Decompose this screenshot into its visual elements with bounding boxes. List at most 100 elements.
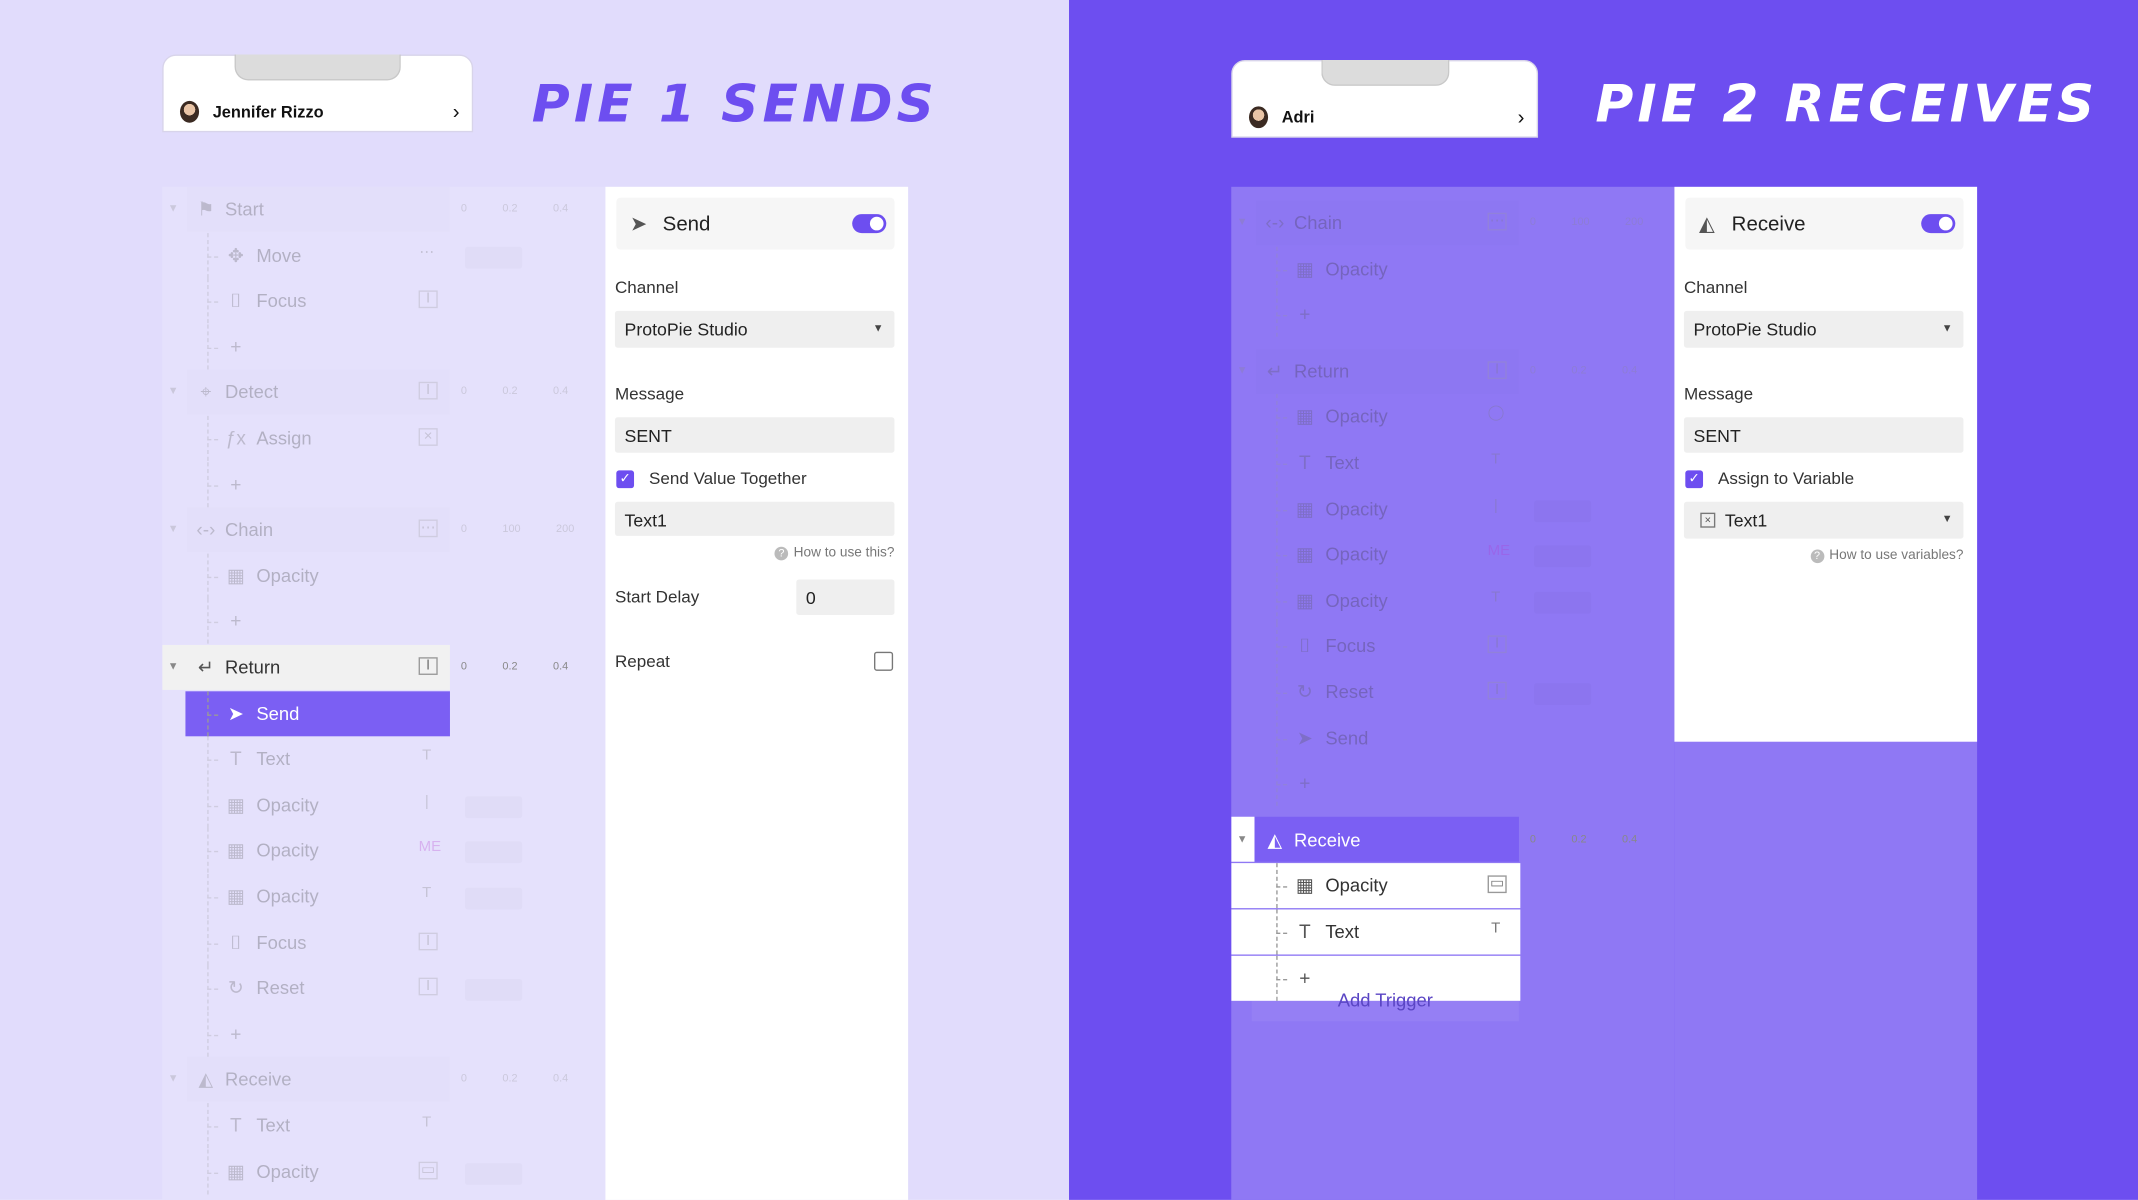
- trigger-row[interactable]: ▼ ↵ Return I 0 0.2 0.4: [1231, 349, 1674, 394]
- plus-icon[interactable]: +: [1294, 772, 1316, 794]
- response-row[interactable]: ▦ Opacity T: [162, 874, 605, 920]
- add-response-row[interactable]: +: [162, 461, 605, 507]
- add-response-row[interactable]: +: [1231, 761, 1674, 807]
- caret-down-icon[interactable]: ▼: [1237, 364, 1248, 376]
- start-delay-input[interactable]: 0: [796, 579, 895, 615]
- plus-icon[interactable]: +: [225, 610, 247, 632]
- trigger-row[interactable]: ▼ ‹-› Chain ⋯ 0 100 200: [1231, 200, 1674, 245]
- response-row[interactable]: ▦ Opacity |: [1231, 486, 1674, 532]
- variable-select[interactable]: × Text1 ▼: [1683, 501, 1964, 539]
- add-trigger-button[interactable]: Add Trigger: [1251, 980, 1519, 1022]
- channel-label: Channel: [614, 278, 679, 298]
- response-row[interactable]: ▦ Opacity ◯: [1231, 394, 1674, 440]
- timeline-ruler: 0 0.2 0.4: [461, 660, 568, 672]
- timeline-bar: [465, 246, 522, 268]
- enable-toggle[interactable]: [1921, 214, 1956, 234]
- trigger-row[interactable]: ▼ ◭ Receive 0 0.2 0.4: [162, 1057, 605, 1102]
- caret-down-icon[interactable]: ▼: [1237, 215, 1248, 227]
- trigger-row[interactable]: ▼ ⌖ Detect I 0 0.2 0.4: [162, 370, 605, 415]
- chevron-right-icon[interactable]: ›: [1518, 106, 1525, 129]
- trigger-row[interactable]: ▼ ⚑ Start 0 0.2 0.4: [162, 187, 605, 232]
- assign-variable-checkbox[interactable]: ✓: [1685, 470, 1704, 489]
- plus-icon[interactable]: +: [225, 335, 247, 357]
- device-notch: [1321, 59, 1450, 86]
- plus-icon[interactable]: +: [225, 1022, 247, 1044]
- response-row[interactable]: ▦ Opacity: [162, 553, 605, 599]
- response-row[interactable]: ⌷ Focus I: [162, 919, 605, 965]
- tree-branch: [207, 897, 219, 899]
- response-row[interactable]: ▦ Opacity |: [162, 782, 605, 828]
- add-response-row[interactable]: +: [162, 599, 605, 645]
- response-row[interactable]: ▦ Opacity ME: [162, 828, 605, 874]
- device-card-right[interactable]: Adri ›: [1231, 59, 1539, 138]
- channel-select[interactable]: ProtoPie Studio ▼: [614, 310, 895, 348]
- response-row[interactable]: ➤ Send: [162, 690, 605, 736]
- trigger-row[interactable]: ▼ ◭ Receive 0 0.2 0.4: [1231, 816, 1674, 863]
- timeline-tick: 0.4: [553, 1072, 569, 1085]
- timeline-tick: 0.2: [502, 659, 518, 673]
- channel-select[interactable]: ProtoPie Studio ▼: [1683, 310, 1964, 348]
- message-input[interactable]: SENT: [614, 417, 895, 453]
- help-icon: ?: [1810, 549, 1824, 564]
- tree-branch: [207, 255, 219, 258]
- timeline-ruler: 0 0.2 0.4: [461, 202, 568, 214]
- response-row[interactable]: ▦ Opacity: [1231, 246, 1674, 292]
- response-row[interactable]: ⌷ Focus I: [162, 278, 605, 324]
- response-row[interactable]: T Text T: [162, 1103, 605, 1149]
- add-response-row[interactable]: +: [162, 324, 605, 370]
- device-card-left[interactable]: Jennifer Rizzo ›: [162, 54, 474, 133]
- tree-branch: [1276, 784, 1288, 786]
- caret-down-icon[interactable]: ▼: [168, 1072, 179, 1084]
- trigger-row[interactable]: ▼ ↵ Return I 0 0.2 0.4: [162, 644, 605, 690]
- caret-down-icon[interactable]: ▼: [168, 522, 179, 534]
- help-link[interactable]: ? How to use this?: [774, 545, 894, 561]
- response-row[interactable]: ↻ Reset I: [162, 965, 605, 1011]
- add-response-row[interactable]: +: [162, 1011, 605, 1057]
- caret-down-icon[interactable]: ▼: [168, 660, 179, 672]
- tree-branch: [207, 1034, 219, 1036]
- enable-toggle[interactable]: [852, 214, 887, 234]
- caret-down-icon[interactable]: ▼: [1237, 833, 1248, 845]
- timeline-tick: 0.4: [1622, 832, 1638, 846]
- tree-branch: [1276, 692, 1288, 695]
- layer-icon: T: [422, 884, 432, 902]
- caret-down-icon[interactable]: ▼: [168, 202, 179, 214]
- repeat-checkbox[interactable]: [874, 651, 894, 671]
- timeline-tick: 100: [502, 522, 521, 535]
- response-label: Focus: [256, 932, 307, 953]
- plus-icon[interactable]: +: [225, 473, 247, 495]
- response-row[interactable]: ▦ Opacity T: [1231, 577, 1674, 623]
- tree-branch: [207, 851, 219, 853]
- opacity-icon: ▦: [226, 839, 245, 861]
- response-row[interactable]: T Text T: [1231, 440, 1674, 486]
- response-row[interactable]: ▦ Opacity ▭: [162, 1148, 605, 1194]
- chevron-right-icon[interactable]: ›: [453, 101, 460, 124]
- tree-branch: [1276, 886, 1288, 889]
- response-row[interactable]: ➤ Send: [1231, 715, 1674, 761]
- value-input[interactable]: Text1: [614, 501, 895, 536]
- help-link[interactable]: ? How to use variables?: [1810, 548, 1963, 564]
- response-row[interactable]: ✥ Move ⋯: [162, 232, 605, 278]
- timeline-tick: 0.2: [502, 385, 518, 398]
- response-row[interactable]: ⌷ Focus I: [1231, 623, 1674, 669]
- message-input[interactable]: SENT: [1683, 417, 1964, 453]
- response-row[interactable]: T Text T: [1231, 909, 1521, 955]
- tree-branch: [207, 988, 219, 991]
- add-response-row[interactable]: +: [1231, 292, 1674, 338]
- response-row[interactable]: ▦ Opacity ▭: [1231, 863, 1521, 909]
- response-row[interactable]: ▦ Opacity ME: [1231, 532, 1674, 578]
- response-row[interactable]: T Text T: [162, 736, 605, 782]
- trigger-row[interactable]: ▼ ‹-› Chain ⋯ 0 100 200: [162, 507, 605, 552]
- value-text: Text1: [624, 509, 667, 531]
- send-value-checkbox[interactable]: ✓: [616, 470, 635, 489]
- dropdown-caret-icon: ▼: [872, 321, 884, 335]
- response-row[interactable]: ↻ Reset I: [1231, 669, 1674, 715]
- trigger-label: Return: [224, 657, 281, 678]
- timeline-tick: 0: [460, 385, 467, 398]
- response-label: Opacity: [1325, 875, 1388, 897]
- tree-branch: [1276, 601, 1288, 603]
- tree-branch: [1276, 932, 1288, 935]
- plus-icon[interactable]: +: [1294, 303, 1316, 325]
- response-row[interactable]: ƒx Assign ×: [162, 415, 605, 461]
- caret-down-icon[interactable]: ▼: [168, 385, 179, 397]
